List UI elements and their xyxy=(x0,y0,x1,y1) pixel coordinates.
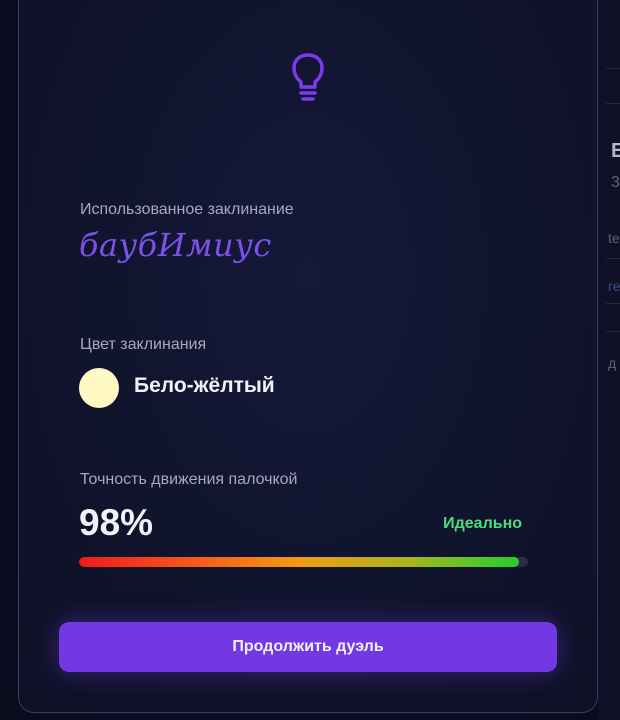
background-text: E xyxy=(611,140,620,162)
accuracy-rating: Идеально xyxy=(443,515,522,532)
background-link: re xyxy=(608,278,620,294)
lightbulb-icon xyxy=(292,53,324,101)
color-swatch xyxy=(79,368,119,408)
accuracy-progress-fill xyxy=(79,557,520,567)
spell-color-name: Бело-жёлтый xyxy=(134,374,275,397)
divider xyxy=(606,103,620,104)
spell-color-label: Цвет заклинания xyxy=(80,336,207,353)
divider xyxy=(606,258,620,259)
spell-label: Использованное заклинание xyxy=(80,201,294,218)
background-text: te xyxy=(608,230,620,246)
spell-result-card xyxy=(18,0,598,713)
divider xyxy=(606,68,620,69)
background-text: д xyxy=(608,355,617,371)
spell-name: баубИмиус xyxy=(79,226,272,264)
accuracy-label: Точность движения палочкой xyxy=(80,471,298,488)
divider xyxy=(606,303,620,304)
accuracy-progress-bar xyxy=(79,557,528,567)
background-text: 3 xyxy=(611,174,620,191)
divider xyxy=(606,331,620,332)
continue-duel-button[interactable]: Продолжить дуэль xyxy=(59,622,557,672)
accuracy-value: 98% xyxy=(79,502,154,543)
